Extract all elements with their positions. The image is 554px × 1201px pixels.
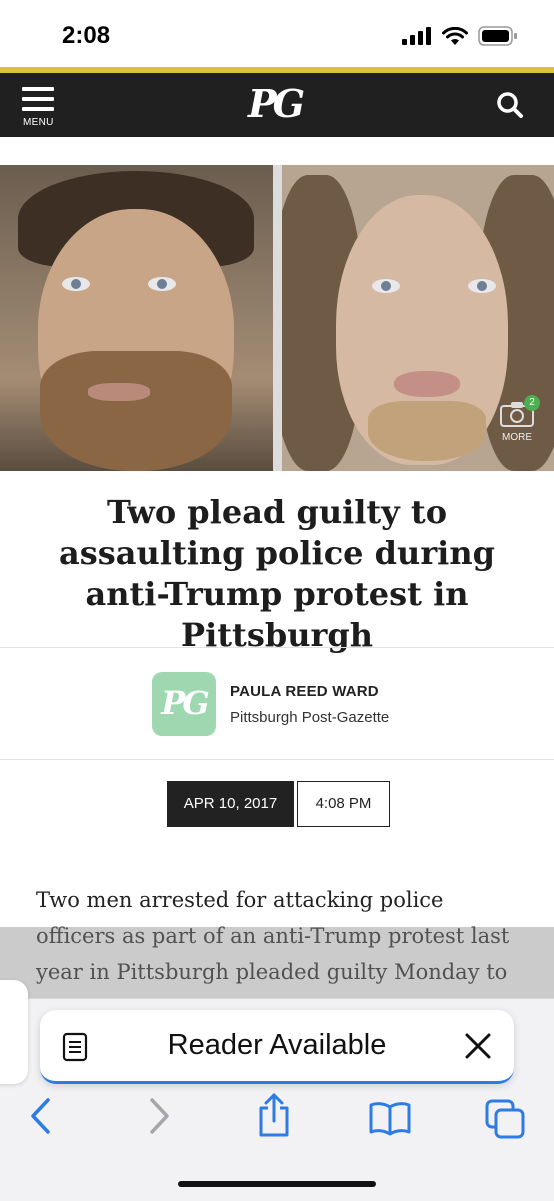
bookmarks-button[interactable]: [368, 1100, 412, 1141]
battery-icon: [478, 26, 517, 46]
status-bar: 2:08: [0, 0, 554, 68]
publish-date: APR 10, 2017: [167, 781, 294, 827]
divider: [0, 647, 554, 648]
publish-time: 4:08 PM: [297, 781, 390, 827]
page-dim-overlay: [0, 927, 554, 1001]
close-icon: [465, 1033, 491, 1059]
back-icon: [31, 1098, 50, 1134]
menu-button[interactable]: MENU: [22, 87, 58, 129]
author-name[interactable]: PAULA REED WARD: [230, 683, 379, 700]
author-logo: PG: [152, 672, 216, 736]
tabs-icon: [485, 1099, 525, 1139]
forward-icon: [150, 1098, 169, 1134]
previous-tab-preview[interactable]: [0, 980, 28, 1084]
search-button[interactable]: [496, 91, 524, 124]
mugshot-photo-left: [0, 165, 273, 471]
menu-label: MENU: [23, 117, 54, 128]
bookmarks-icon: [369, 1102, 411, 1136]
home-indicator: [178, 1181, 376, 1187]
back-button[interactable]: [28, 1096, 54, 1141]
status-time: 2:08: [62, 22, 111, 49]
reader-available-label: Reader Available: [167, 1029, 387, 1061]
site-header: MENU PG: [0, 73, 554, 137]
article-headline: Two plead guilty to assaulting police du…: [59, 493, 495, 654]
hamburger-icon: [22, 87, 58, 111]
share-button[interactable]: [256, 1092, 292, 1143]
search-icon: [497, 92, 523, 118]
reader-close-button[interactable]: [464, 1032, 492, 1065]
hero-photo-gallery[interactable]: 2 MORE: [0, 165, 554, 471]
divider: [0, 759, 554, 760]
more-label: MORE: [502, 432, 532, 443]
reader-available-banner[interactable]: Reader Available: [40, 1010, 514, 1084]
photo-count-badge: 2: [524, 395, 540, 411]
share-icon: [259, 1093, 289, 1137]
status-icons: [402, 26, 518, 46]
more-photos-button[interactable]: 2 MORE: [494, 395, 540, 457]
pg-logo[interactable]: PG: [248, 81, 305, 126]
tabs-button[interactable]: [484, 1098, 526, 1145]
wifi-icon: [442, 26, 468, 45]
cellular-signal-icon: [402, 27, 431, 45]
author-organization: Pittsburgh Post-Gazette: [230, 709, 390, 726]
forward-button[interactable]: [146, 1096, 172, 1141]
